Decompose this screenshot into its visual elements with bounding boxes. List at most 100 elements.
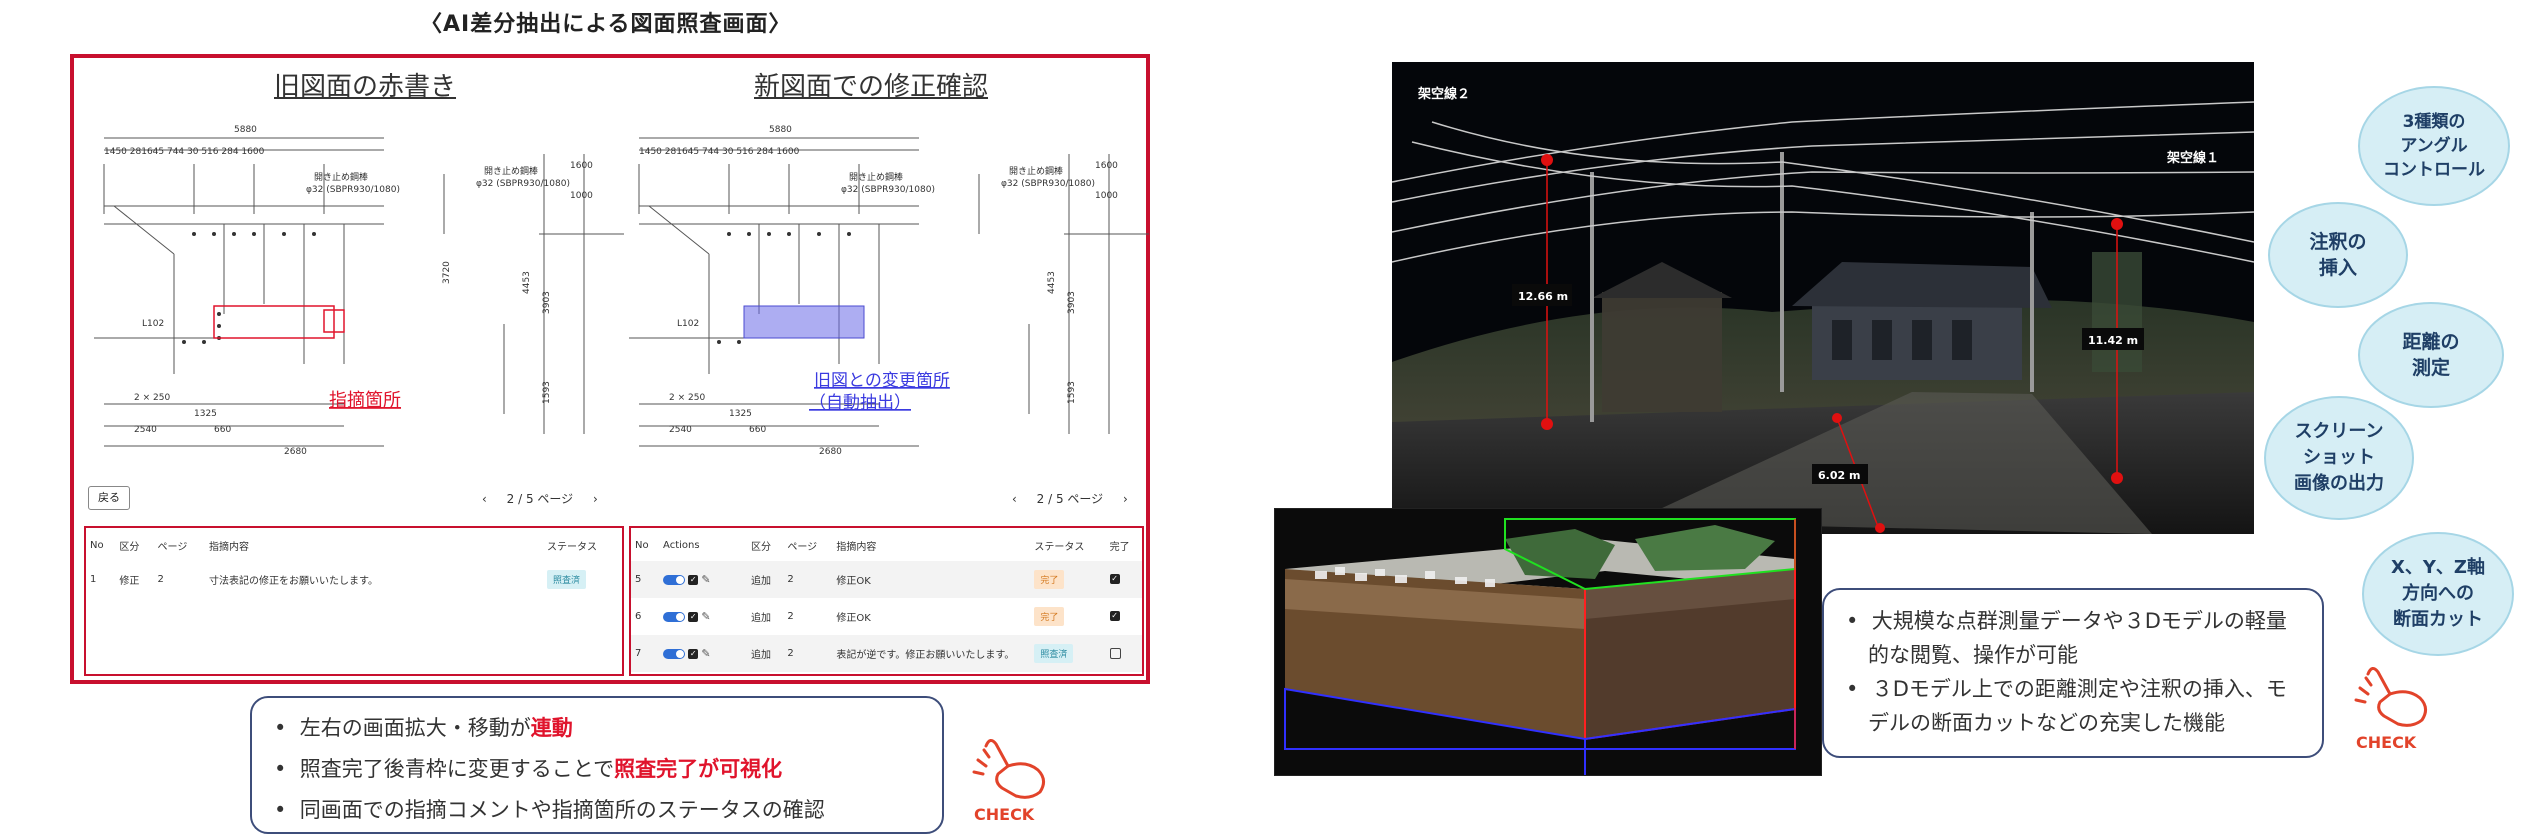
cell-content: 寸法表記の修正をお願いいたします。 <box>209 576 378 587</box>
new-dim-row: 1450 281645 744 30 516 284 1600 <box>639 147 800 157</box>
new-drawing-title: 新図面での修正確認 <box>754 72 989 102</box>
new-dim-2540: 2540 <box>669 425 692 435</box>
steel-spec-side: φ32 (SBPR930/1080) <box>476 179 570 189</box>
dim-3720: 3720 <box>442 261 452 284</box>
dim-2x250: 2 × 250 <box>134 393 170 403</box>
cell-kubun: 追加 <box>747 635 784 672</box>
new-prev-page-button[interactable]: ‹ <box>1012 492 1017 506</box>
cell-no: 5 <box>631 561 660 598</box>
page-title: 〈AI差分抽出による図面照査画面〉 <box>420 12 792 37</box>
cell-no: 1 <box>90 574 97 585</box>
dim-3903: 3903 <box>542 291 552 314</box>
done-checkbox-checked-icon[interactable]: ✓ <box>1109 574 1120 584</box>
new-dim-1600-side: 1600 <box>1095 161 1118 171</box>
col-page: ページ <box>787 542 818 553</box>
new-dim-3903: 3903 <box>1067 291 1077 314</box>
measure-11-42: 11.42 m <box>2088 334 2138 347</box>
measure-12-66: 12.66 m <box>1518 290 1568 303</box>
toggle-switch-icon[interactable] <box>663 575 686 585</box>
new-dim-2680: 2680 <box>819 447 842 457</box>
cell-kubun: 修正 <box>119 576 140 587</box>
dim-2540: 2540 <box>134 425 157 435</box>
col-kubun: 区分 <box>751 542 772 553</box>
col-status: ステータス <box>547 542 597 553</box>
new-dim-1593: 1593 <box>1067 381 1077 404</box>
new-page-indicator: 2 / 5 ページ <box>1036 492 1104 506</box>
done-checkbox-checked-icon[interactable]: ✓ <box>1109 611 1120 621</box>
toggle-switch-icon[interactable] <box>663 649 686 659</box>
pointing-hand-check-icon: CHECK <box>2338 654 2448 754</box>
status-badge: 完了 <box>1034 570 1065 589</box>
point-cloud-viewer[interactable]: 架空線２ 架空線１ 12.66 m 11.42 m 6.02 m <box>1392 62 2254 534</box>
feature-annotation-insert: 注釈の 挿入 <box>2268 202 2408 308</box>
bullet-item: • 左右の画面拡大・移動が連動 <box>274 716 573 740</box>
new-drawing-canvas[interactable]: 5880 1450 281645 744 30 516 284 1600 開き止… <box>629 114 1149 474</box>
old-annotation-label: 指摘箇所 <box>329 390 401 411</box>
bullet-item: • ３Dモデル上での距離測定や注釈の挿入、モデルの断面カットなどの充実した機能 <box>1846 677 2287 735</box>
new-steel-label: 開き止め鋼棒 <box>849 171 903 183</box>
status-badge: 照査済 <box>547 570 587 589</box>
status-badge: 照査済 <box>1034 644 1074 663</box>
new-steel-spec-side: φ32 (SBPR930/1080) <box>1001 179 1095 189</box>
table-row[interactable]: 6 ✓ ✎ 追加 2 修正OK 完了 ✓ <box>631 598 1142 635</box>
checkbox-checked-icon[interactable]: ✓ <box>688 649 699 659</box>
dim-L102: L102 <box>142 319 164 329</box>
new-dim-1325: 1325 <box>729 409 752 419</box>
3d-model-section-viewer[interactable] <box>1274 508 1822 776</box>
cell-kubun: 追加 <box>751 613 772 624</box>
new-annotation-line2: （自動抽出） <box>809 393 911 413</box>
col-status: ステータス <box>1034 542 1085 553</box>
checkbox-checked-icon[interactable]: ✓ <box>688 612 699 622</box>
pencil-edit-icon[interactable]: ✎ <box>701 610 710 623</box>
dim-1593: 1593 <box>542 381 552 404</box>
page-indicator: 2 / 5 ページ <box>506 492 574 506</box>
bullet-item: • 照査完了後青枠に変更することで照査完了が可視化 <box>274 757 783 781</box>
col-kubun: 区分 <box>119 542 140 553</box>
col-page: ページ <box>157 542 188 553</box>
feature-screenshot-output: スクリーン ショット 画像の出力 <box>2264 396 2414 520</box>
feature-section-cut: X、Y、Z軸 方向への 断面カット <box>2362 532 2514 656</box>
checkbox-checked-icon[interactable]: ✓ <box>688 575 699 585</box>
steel-spec: φ32 (SBPR930/1080) <box>306 185 400 195</box>
col-actions: Actions <box>663 540 700 551</box>
dim-4453: 4453 <box>522 271 532 294</box>
pencil-edit-icon[interactable]: ✎ <box>701 647 710 660</box>
old-drawing-canvas[interactable]: 5880 1450 281645 744 30 516 284 1600 開き止… <box>84 114 624 474</box>
col-no: No <box>635 540 649 551</box>
toggle-switch-icon[interactable] <box>663 612 686 622</box>
new-annotation-line1: 旧図との変更箇所 <box>814 371 950 391</box>
new-steel-label-side: 開き止め鋼棒 <box>1009 165 1063 177</box>
dim-1000-side: 1000 <box>570 191 593 201</box>
back-button[interactable]: 戻る <box>88 486 130 510</box>
prev-page-button[interactable]: ‹ <box>482 492 487 506</box>
new-dim-2x250: 2 × 250 <box>669 393 705 403</box>
table-row[interactable]: 5 ✓ ✎ 追加 2 修正OK 完了 ✓ <box>631 561 1142 598</box>
checkbox-empty-icon[interactable] <box>1109 647 1121 659</box>
dim-660: 660 <box>214 425 231 435</box>
new-steel-spec: φ32 (SBPR930/1080) <box>841 185 935 195</box>
table-row[interactable]: 1 修正 2 寸法表記の修正をお願いいたします。 照査済 <box>86 561 622 598</box>
wire1-label: 架空線１ <box>2166 150 2219 166</box>
check-label: CHECK <box>2356 733 2417 752</box>
new-dim-top: 5880 <box>769 125 792 135</box>
new-next-page-button[interactable]: › <box>1123 492 1128 506</box>
pencil-edit-icon[interactable]: ✎ <box>701 573 710 586</box>
next-page-button[interactable]: › <box>593 492 598 506</box>
bullet-item: • 大規模な点群測量データや３Dモデルの軽量的な閲覧、操作が可能 <box>1846 609 2287 667</box>
wire2-label: 架空線２ <box>1417 86 1470 102</box>
col-done: 完了 <box>1109 542 1130 553</box>
review-features-callout: • 左右の画面拡大・移動が連動 • 照査完了後青枠に変更することで照査完了が可視… <box>250 696 944 834</box>
col-content: 指摘内容 <box>836 542 877 553</box>
cell-no: 6 <box>635 611 642 622</box>
cell-content: 修正OK <box>832 561 1031 598</box>
old-pager: ‹ 2 / 5 ページ › <box>474 490 606 507</box>
dim-1325: 1325 <box>194 409 217 419</box>
col-content: 指摘内容 <box>209 542 249 553</box>
new-pager: ‹ 2 / 5 ページ › <box>1004 490 1136 507</box>
cell-kubun: 追加 <box>747 561 784 598</box>
cell-no: 7 <box>631 635 660 672</box>
viewer-features-callout: • 大規模な点群測量データや３Dモデルの軽量的な閲覧、操作が可能 • ３Dモデル… <box>1822 588 2324 758</box>
new-dim-4453: 4453 <box>1047 271 1057 294</box>
table-row[interactable]: 7 ✓ ✎ 追加 2 表記が逆です。修正お願いいたします。 照査済 <box>631 635 1142 672</box>
new-dim-660: 660 <box>749 425 766 435</box>
